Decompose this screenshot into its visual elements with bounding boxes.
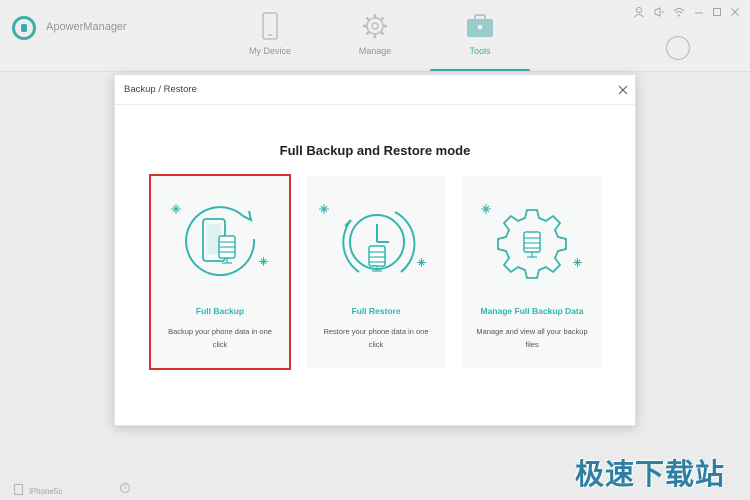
watermark-logo: 极速下载站 xyxy=(575,457,726,491)
card-description: Backup your phone data in one click xyxy=(168,327,272,349)
card-title: Manage Full Backup Data xyxy=(480,306,584,316)
full-restore-card[interactable]: Full Restore Restore your phone data in … xyxy=(307,176,445,368)
dialog-title: Backup / Restore xyxy=(124,84,197,95)
manage-backup-icon xyxy=(481,204,582,279)
full-backup-icon xyxy=(171,204,268,277)
full-backup-card[interactable]: Full Backup Backup your phone data in on… xyxy=(149,174,291,370)
close-icon xyxy=(618,85,628,95)
full-restore-icon xyxy=(319,204,426,273)
card-title: Full Backup xyxy=(195,306,245,316)
dialog-headline: Full Backup and Restore mode xyxy=(279,143,471,158)
close-button[interactable] xyxy=(615,82,631,98)
card-title: Full Restore xyxy=(351,306,401,316)
dialog-header: Backup / Restore xyxy=(115,75,635,105)
card-description: Restore your phone data in one click xyxy=(323,327,429,349)
manage-backup-card[interactable]: Manage Full Backup Data Manage and view … xyxy=(463,176,601,368)
backup-restore-dialog: Backup / Restore Full Backup and Restore… xyxy=(114,74,636,426)
card-description: Manage and view all your backup files xyxy=(476,327,588,349)
